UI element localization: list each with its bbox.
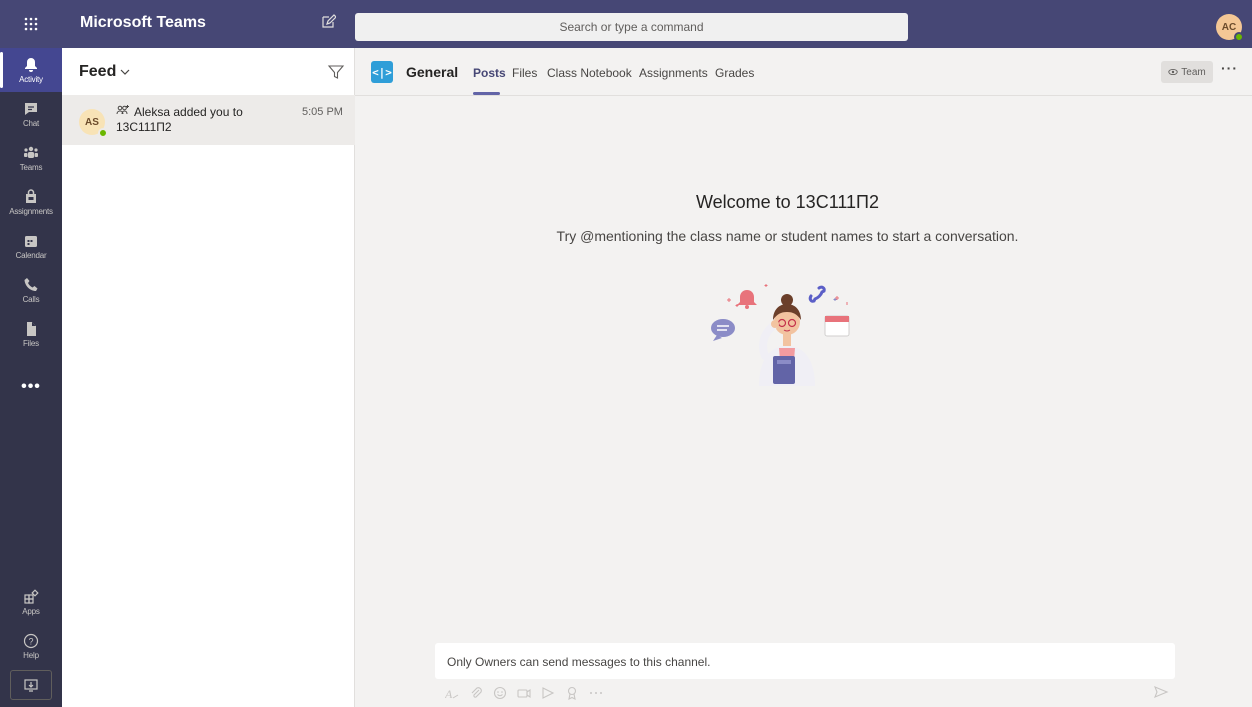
new-chat-icon[interactable]: [320, 14, 340, 34]
team-button[interactable]: Team: [1161, 61, 1213, 83]
welcome-title: Welcome to 13C111П2: [695, 192, 880, 212]
feed-item[interactable]: AS Aleksa added you to 13C111П2 5:05 PM: [62, 96, 355, 145]
help-icon: ?: [23, 633, 39, 648]
send-icon[interactable]: [1153, 684, 1169, 700]
rail-label: Activity: [19, 74, 43, 84]
svg-text:?: ?: [28, 636, 33, 646]
feed-title[interactable]: Feed: [79, 63, 116, 81]
compose-notice: Only Owners can send messages to this ch…: [435, 643, 1175, 679]
rail-label: Calls: [22, 294, 40, 304]
eye-icon: [1168, 68, 1178, 76]
channel-main: <|> General Posts Files Class Notebook A…: [355, 48, 1252, 707]
rail-label: Apps: [22, 606, 40, 616]
channel-icon: <|>: [371, 61, 393, 83]
bell-icon: [25, 57, 37, 72]
format-icon[interactable]: A: [445, 686, 459, 700]
rail-item-apps[interactable]: Apps: [0, 580, 62, 624]
presence-indicator: [98, 128, 108, 138]
download-icon: [24, 679, 38, 692]
praise-icon[interactable]: [565, 686, 579, 700]
compose-toolbar: A: [445, 685, 603, 701]
channel-name: General: [406, 64, 459, 80]
teacher-illustration: [711, 284, 850, 386]
tab-class-notebook[interactable]: Class Notebook: [547, 66, 632, 80]
filter-icon[interactable]: [327, 63, 345, 81]
chat-icon: [25, 102, 37, 115]
top-bar: Microsoft Teams Search or type a command…: [0, 0, 1252, 48]
user-initials: AC: [1221, 21, 1237, 33]
tab-assignments[interactable]: Assignments: [639, 66, 708, 80]
chevron-down-icon[interactable]: [119, 66, 131, 78]
team-button-label: Team: [1181, 66, 1206, 78]
rail-label: Help: [23, 650, 39, 660]
rail-label: Files: [23, 338, 39, 348]
download-app-button[interactable]: [10, 670, 52, 700]
rail-item-assignments[interactable]: Assignments: [0, 180, 62, 224]
avatar: AS: [79, 109, 108, 138]
tab-files[interactable]: Files: [512, 66, 537, 80]
avatar-initials: AS: [85, 116, 99, 128]
add-member-icon: [116, 105, 129, 115]
rail-item-calendar[interactable]: Calendar: [0, 224, 62, 268]
emoji-icon[interactable]: [493, 686, 507, 700]
meet-now-icon[interactable]: [517, 686, 531, 700]
rail-label: Calendar: [15, 250, 47, 260]
assignments-icon: [26, 188, 36, 203]
activity-feed-pane: Feed AS Aleksa added you to 13C111П2 5:0…: [62, 48, 355, 707]
svg-text:A: A: [445, 687, 453, 700]
rail-item-activity[interactable]: Activity: [0, 48, 62, 92]
app-title: Microsoft Teams: [80, 14, 206, 31]
user-avatar[interactable]: AC: [1216, 14, 1244, 42]
search-input[interactable]: Search or type a command: [355, 13, 908, 41]
apps-icon: [24, 588, 39, 604]
tab-posts[interactable]: Posts: [473, 66, 506, 80]
rail-label: Assignments: [9, 206, 53, 216]
more-apps-icon[interactable]: •••: [0, 378, 62, 396]
rail-item-chat[interactable]: Chat: [0, 92, 62, 136]
presence-indicator: [1234, 32, 1244, 42]
feed-item-subject: 13C111П2: [116, 120, 172, 134]
welcome-subtitle: Try @mentioning the class name or studen…: [556, 228, 1019, 244]
channel-header: <|> General Posts Files Class Notebook A…: [355, 48, 1252, 96]
rail-item-teams[interactable]: Teams: [0, 136, 62, 180]
stream-icon[interactable]: [541, 686, 555, 700]
app-launcher-icon[interactable]: [0, 0, 62, 48]
app-rail: Activity Chat Teams Assignments Calendar…: [0, 48, 62, 707]
feed-item-text: Aleksa added you to: [134, 105, 243, 119]
feed-header: Feed: [62, 48, 355, 96]
feed-item-time: 5:05 PM: [302, 106, 343, 118]
rail-item-calls[interactable]: Calls: [0, 268, 62, 312]
calendar-icon: [25, 235, 37, 247]
phone-icon: [24, 277, 38, 291]
active-tab-indicator: [473, 92, 500, 95]
rail-item-files[interactable]: Files: [0, 312, 62, 356]
attach-icon[interactable]: [469, 686, 483, 700]
rail-label: Chat: [22, 118, 40, 128]
more-icon[interactable]: [589, 686, 603, 700]
rail-item-help[interactable]: ? Help: [0, 624, 62, 668]
file-icon: [27, 321, 36, 336]
teams-icon: [24, 146, 38, 158]
tab-grades[interactable]: Grades: [715, 66, 754, 80]
more-options-icon[interactable]: ···: [1221, 60, 1238, 76]
rail-label: Teams: [19, 162, 43, 172]
